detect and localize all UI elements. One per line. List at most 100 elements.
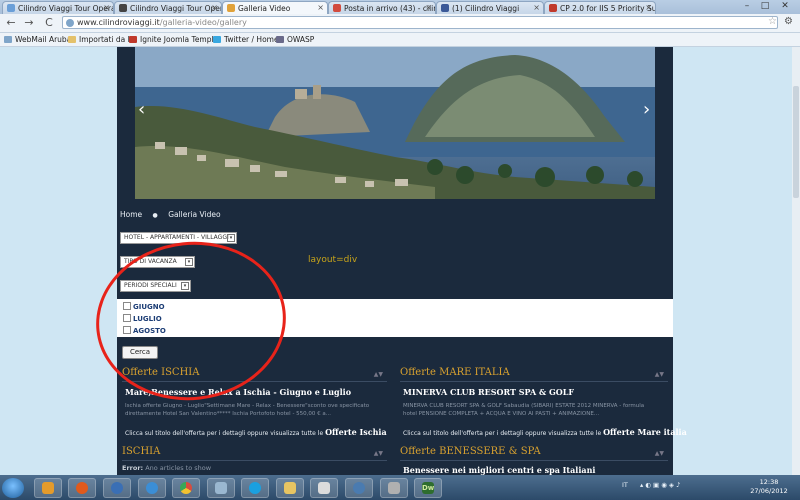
cp-icon (549, 4, 557, 12)
next-slide-icon[interactable]: › (643, 99, 650, 120)
toggle-icon[interactable]: ▲▼ (374, 371, 383, 378)
tray-icons: ▴ ◐ ▣ ◉ ◈ ♪ (639, 481, 681, 489)
section-offerte-mare-italia: Offerte MARE ITALIA ▲▼ (400, 367, 668, 382)
chrome-icon (180, 482, 192, 494)
wrench-icon[interactable]: ⚙ (784, 16, 793, 27)
maximize-button[interactable]: □ (756, 0, 774, 12)
tools-icon (388, 482, 400, 494)
taskbar-window[interactable] (207, 478, 235, 498)
section-heading: Offerte BENESSERE & SPA (400, 446, 541, 457)
close-icon[interactable]: × (533, 2, 540, 13)
bookmark-label: Ignite Joomla Templ... (140, 35, 221, 44)
section-offerte-benessere: Offerte BENESSERE & SPA ▲▼ (400, 446, 668, 461)
start-button[interactable] (2, 478, 24, 498)
folder-icon (284, 482, 296, 494)
site-icon (119, 4, 127, 12)
section-heading: ISCHIA (122, 446, 161, 457)
forward-button[interactable]: → (22, 16, 36, 30)
offer-excerpt: MINERVA CLUB RESORT SPA & GOLF Sabaudia … (403, 403, 645, 417)
prev-slide-icon[interactable]: ‹ (138, 99, 145, 120)
internet-explorer-icon (146, 482, 158, 494)
offer-footer: Clicca sul titolo dell'offerta per i det… (125, 427, 387, 437)
error-label: Error: (122, 464, 144, 472)
gmail-icon (333, 4, 341, 12)
close-icon[interactable]: × (317, 2, 324, 13)
toggle-icon[interactable]: ▲▼ (374, 450, 383, 457)
offerte-ischia-link[interactable]: Offerte Ischia (325, 427, 387, 437)
error-message: Error: Ano articles to show (122, 464, 211, 472)
calculator-icon (318, 482, 330, 494)
taskbar-chrome[interactable] (172, 478, 200, 498)
bookmark-twitter[interactable]: Twitter / Home (213, 33, 279, 46)
offer-title-benessere[interactable]: Benessere nei migliori centri e spa Ital… (403, 465, 595, 475)
bookmark-star-icon[interactable]: ☆ (768, 16, 777, 27)
offer-title-minerva[interactable]: MINERVA CLUB RESORT SPA & GOLF (403, 387, 574, 397)
tab-title: Posta in arrivo (43) - cilindr (344, 4, 436, 13)
taskbar-app-globe[interactable] (345, 478, 373, 498)
bookmark-owasp[interactable]: OWASP (276, 33, 314, 46)
close-window-button[interactable]: ✕ (776, 0, 794, 12)
skype-icon (249, 482, 261, 494)
twitter-icon (213, 36, 221, 43)
offerte-mare-italia-link[interactable]: Offerte Mare italia (603, 427, 687, 437)
minimize-button[interactable]: – (738, 0, 756, 12)
scrollbar-thumb[interactable] (793, 86, 799, 198)
tab-cp-support[interactable]: CP 2.0 for IIS 5 Priority Supp × (544, 1, 656, 14)
tab-title: CP 2.0 for IIS 5 Priority Supp (560, 4, 656, 13)
close-icon[interactable]: × (645, 2, 652, 13)
offer-footer: Clicca sul titolo dell'offerta per i det… (403, 427, 687, 437)
taskbar-skype[interactable] (241, 478, 269, 498)
taskbar-folder[interactable] (276, 478, 304, 498)
bookmark-label: OWASP (287, 35, 315, 44)
globe-icon (7, 4, 15, 12)
tab-galleria-video[interactable]: Galleria Video × (222, 1, 328, 14)
browser-toolbar: ← → C www.cilindroviaggi.it/galleria-vid… (0, 14, 800, 33)
taskbar-tools[interactable] (380, 478, 408, 498)
breadcrumb-current: Galleria Video (168, 210, 221, 219)
tab-title: (1) Cilindro Viaggi (452, 4, 520, 13)
window-icon (215, 482, 227, 494)
bookmark-joomla[interactable]: Ignite Joomla Templ... (129, 33, 221, 46)
toggle-icon[interactable]: ▲▼ (655, 371, 664, 378)
page-icon (66, 19, 74, 27)
toggle-icon[interactable]: ▲▼ (655, 450, 664, 457)
tab-title: Galleria Video (238, 4, 291, 13)
system-clock[interactable]: 12:38 27/06/2012 (749, 478, 789, 496)
system-tray: IT ▴ ◐ ▣ ◉ ◈ ♪ (622, 481, 680, 489)
bookmark-label: Importati da IE (79, 35, 135, 44)
bookmark-webmail[interactable]: WebMail Aruba (4, 33, 71, 46)
bookmark-label: WebMail Aruba (15, 35, 72, 44)
tab-gmail[interactable]: Posta in arrivo (43) - cilindr × (328, 1, 436, 14)
address-bar[interactable]: www.cilindroviaggi.it/galleria-video/gal… (62, 16, 778, 29)
tab-cilindro-1[interactable]: Cilindro Viaggi Tour Operat × (2, 1, 114, 14)
thunderbird-icon (111, 482, 123, 494)
reload-button[interactable]: C (42, 16, 56, 30)
tab-cilindro-2[interactable]: Cilindro Viaggi Tour Operat × (114, 1, 222, 14)
taskbar-explorer[interactable] (34, 478, 62, 498)
taskbar-ie[interactable] (138, 478, 166, 498)
folder-icon (68, 36, 76, 43)
address-domain: www.cilindroviaggi.it (77, 18, 160, 27)
back-button[interactable]: ← (4, 16, 18, 30)
chevron-down-icon: ▾ (227, 234, 235, 242)
hero-slideshow: ‹ › (135, 47, 655, 199)
section-ischia: ISCHIA ▲▼ (122, 446, 387, 461)
hotel-select-value: HOTEL - APPARTAMENTI - VILLAGGI (124, 234, 229, 241)
language-indicator[interactable]: IT (622, 481, 628, 489)
taskbar-thunderbird[interactable] (103, 478, 131, 498)
taskbar-firefox[interactable] (68, 478, 96, 498)
taskbar-calculator[interactable] (310, 478, 338, 498)
address-path: /galleria-video/gallery (159, 18, 247, 27)
tab-facebook[interactable]: (1) Cilindro Viaggi × (436, 1, 544, 14)
close-icon[interactable]: × (425, 2, 432, 13)
breadcrumb-home[interactable]: Home (120, 210, 142, 219)
bookmark-folder-ie[interactable]: Importati da IE (68, 33, 135, 46)
taskbar-dreamweaver[interactable]: Dw (414, 478, 442, 498)
close-icon[interactable]: × (211, 2, 218, 13)
close-icon[interactable]: × (103, 2, 110, 13)
offer-excerpt: Ischia offerte Giugno - Luglio"Settimane… (125, 403, 370, 417)
dreamweaver-icon: Dw (422, 482, 435, 494)
bookmark-label: Twitter / Home (224, 35, 279, 44)
offer-footer-text: Clicca sul titolo dell'offerta per i det… (403, 430, 602, 437)
clock-time: 12:38 (759, 478, 779, 486)
